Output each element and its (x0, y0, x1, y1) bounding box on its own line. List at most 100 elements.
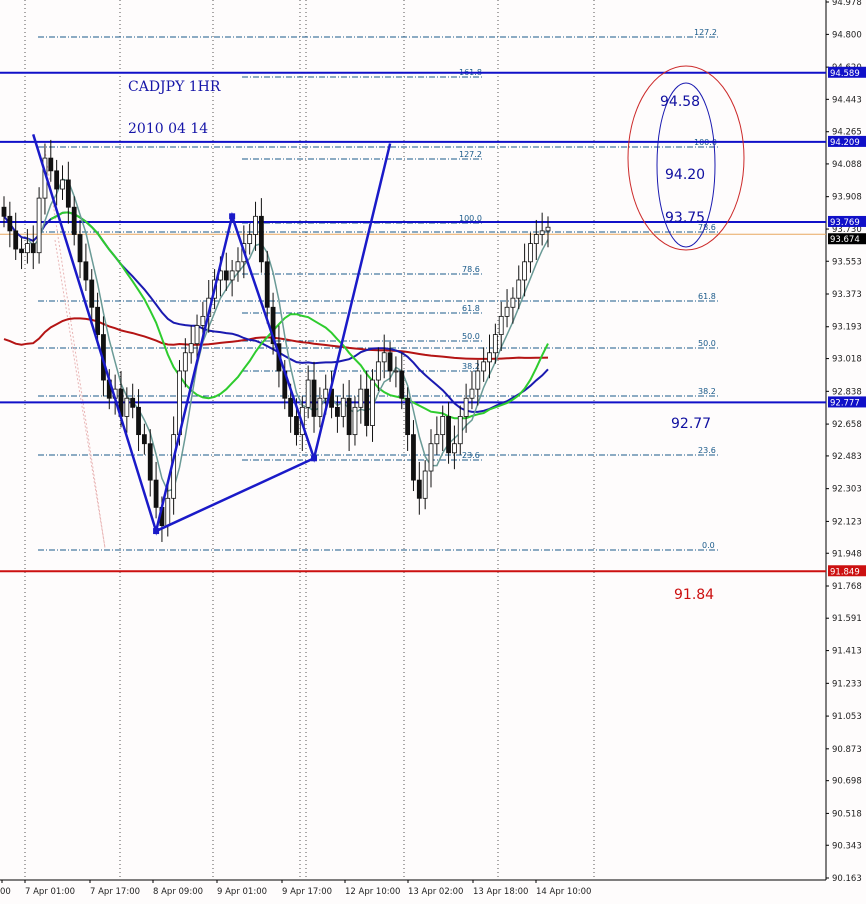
candle-body-79 (463, 397, 469, 417)
candle-body-72 (422, 470, 428, 499)
annotation-label-4: 91.84 (674, 587, 714, 603)
candle-body-10 (60, 179, 65, 190)
fib-lower-label-4: 23.6 (698, 446, 716, 455)
candle-body-2 (13, 230, 19, 250)
candle-body-33 (194, 325, 200, 345)
y-tick-label-19: 91.591 (832, 614, 862, 624)
y-tick-label-9: 93.373 (832, 290, 862, 300)
fib-upper-label-3: 127.2 (459, 150, 482, 159)
y-tick-label-17: 91.948 (832, 549, 862, 559)
pattern-marker-0 (153, 528, 160, 535)
candle-body-25 (147, 443, 153, 481)
annotation-label-1: 94.20 (665, 167, 705, 183)
candle-body-43 (253, 215, 258, 235)
candle-body-67 (393, 370, 399, 373)
candle-body-83 (487, 352, 492, 363)
candle-body-38 (223, 270, 229, 281)
candle-body-74 (434, 434, 440, 445)
candle-body-73 (428, 443, 434, 472)
y-tick-label-25: 90.518 (832, 809, 862, 819)
candle-body-22 (130, 397, 136, 408)
candle-body-34 (200, 315, 206, 326)
candle-body-92 (539, 230, 545, 235)
candle-body-84 (492, 334, 498, 354)
fib-upper-label-7: 50.0 (462, 332, 480, 341)
x-tick-label-9: 14 Apr 10:00 (536, 887, 591, 897)
candle-body-3 (19, 248, 24, 254)
candle-body-9 (54, 170, 60, 190)
candle-body-86 (504, 306, 510, 317)
candle-body-50 (294, 416, 299, 436)
level-tag-label-3: 92.777 (830, 398, 860, 408)
candle-body-40 (235, 261, 241, 272)
y-tick-label-16: 92.123 (832, 517, 862, 527)
y-tick-label-13: 92.658 (832, 420, 862, 430)
y-tick-label-18: 91.768 (832, 582, 862, 592)
candle-body-53 (311, 379, 317, 417)
candle-body-0 (1, 206, 7, 217)
fib-upper-label-8: 38.2 (462, 362, 480, 371)
candle-body-59 (346, 397, 352, 436)
y-tick-label-11: 93.018 (832, 355, 862, 365)
fib-upper-label-5: 78.6 (462, 265, 480, 274)
candle-body-24 (141, 434, 147, 445)
x-tick-label-5: 9 Apr 17:00 (282, 887, 332, 897)
fib-lower-label-5: 0.0 (702, 541, 715, 550)
candle-body-58 (340, 397, 346, 417)
candle-body-77 (452, 443, 457, 454)
fib-upper-label-0: 127.2 (694, 28, 717, 37)
candle-body-91 (533, 234, 539, 245)
y-tick-label-23: 90.873 (832, 745, 862, 755)
x-tick-label-3: 8 Apr 09:00 (153, 887, 203, 897)
candle-body-70 (411, 434, 416, 481)
y-tick-label-5: 94.088 (832, 160, 862, 170)
chart-canvas[interactable]: 94.97894.80094.62094.44394.26594.08893.9… (0, 0, 866, 900)
candle-body-16 (95, 306, 100, 335)
candle-body-61 (358, 388, 364, 408)
candle-body-66 (387, 352, 393, 372)
y-tick-label-14: 92.483 (832, 452, 862, 462)
candle-body-55 (323, 388, 329, 399)
candle-body-13 (77, 234, 83, 263)
candle-body-65 (381, 352, 387, 363)
candle-body-45 (264, 261, 270, 308)
candle-body-82 (481, 361, 487, 372)
y-tick-label-3: 94.443 (832, 95, 862, 105)
chart-title-line-2: 2010 04 14 (128, 121, 209, 137)
chart-title-line-1: CADJPY 1HR (128, 79, 221, 95)
candle-body-89 (522, 261, 528, 281)
x-tick-label-4: 9 Apr 01:00 (217, 887, 267, 897)
candle-body-93 (545, 226, 551, 232)
y-tick-label-21: 91.233 (832, 679, 862, 689)
annotation-label-0: 94.58 (660, 94, 700, 110)
y-tick-label-8: 93.553 (832, 257, 862, 267)
y-tick-label-10: 93.193 (832, 323, 862, 333)
fib-lower-label-1: 61.8 (698, 292, 716, 301)
candle-body-81 (475, 370, 481, 390)
y-tick-label-6: 93.908 (832, 193, 862, 203)
candle-body-63 (370, 379, 375, 426)
x-tick-label-6: 12 Apr 10:00 (345, 887, 400, 897)
x-tick-label-2: 7 Apr 17:00 (90, 887, 140, 897)
candle-body-62 (364, 388, 370, 426)
candle-body-32 (188, 343, 194, 354)
x-tick-label-0: 00 (0, 887, 11, 897)
candle-body-75 (440, 416, 446, 436)
fib-lower-label-2: 50.0 (698, 339, 716, 348)
candle-body-60 (352, 406, 358, 436)
y-tick-label-1: 94.800 (832, 30, 862, 40)
x-tick-label-8: 13 Apr 18:00 (473, 887, 528, 897)
candle-body-68 (399, 370, 405, 399)
pattern-marker-2 (311, 455, 318, 462)
candle-body-88 (516, 279, 522, 299)
candle-body-64 (375, 361, 381, 381)
fib-lower-label-3: 38.2 (698, 387, 716, 396)
fib-upper-label-6: 61.8 (462, 304, 480, 313)
candle-body-28 (165, 497, 171, 526)
candle-body-11 (65, 179, 71, 208)
candle-body-4 (24, 243, 30, 254)
chart-title: CADJPY 1HR 2010 04 14 (128, 52, 220, 164)
candle-body-76 (446, 416, 451, 454)
y-tick-label-12: 92.838 (832, 387, 862, 397)
level-tag-label-2: 93.769 (830, 218, 860, 228)
